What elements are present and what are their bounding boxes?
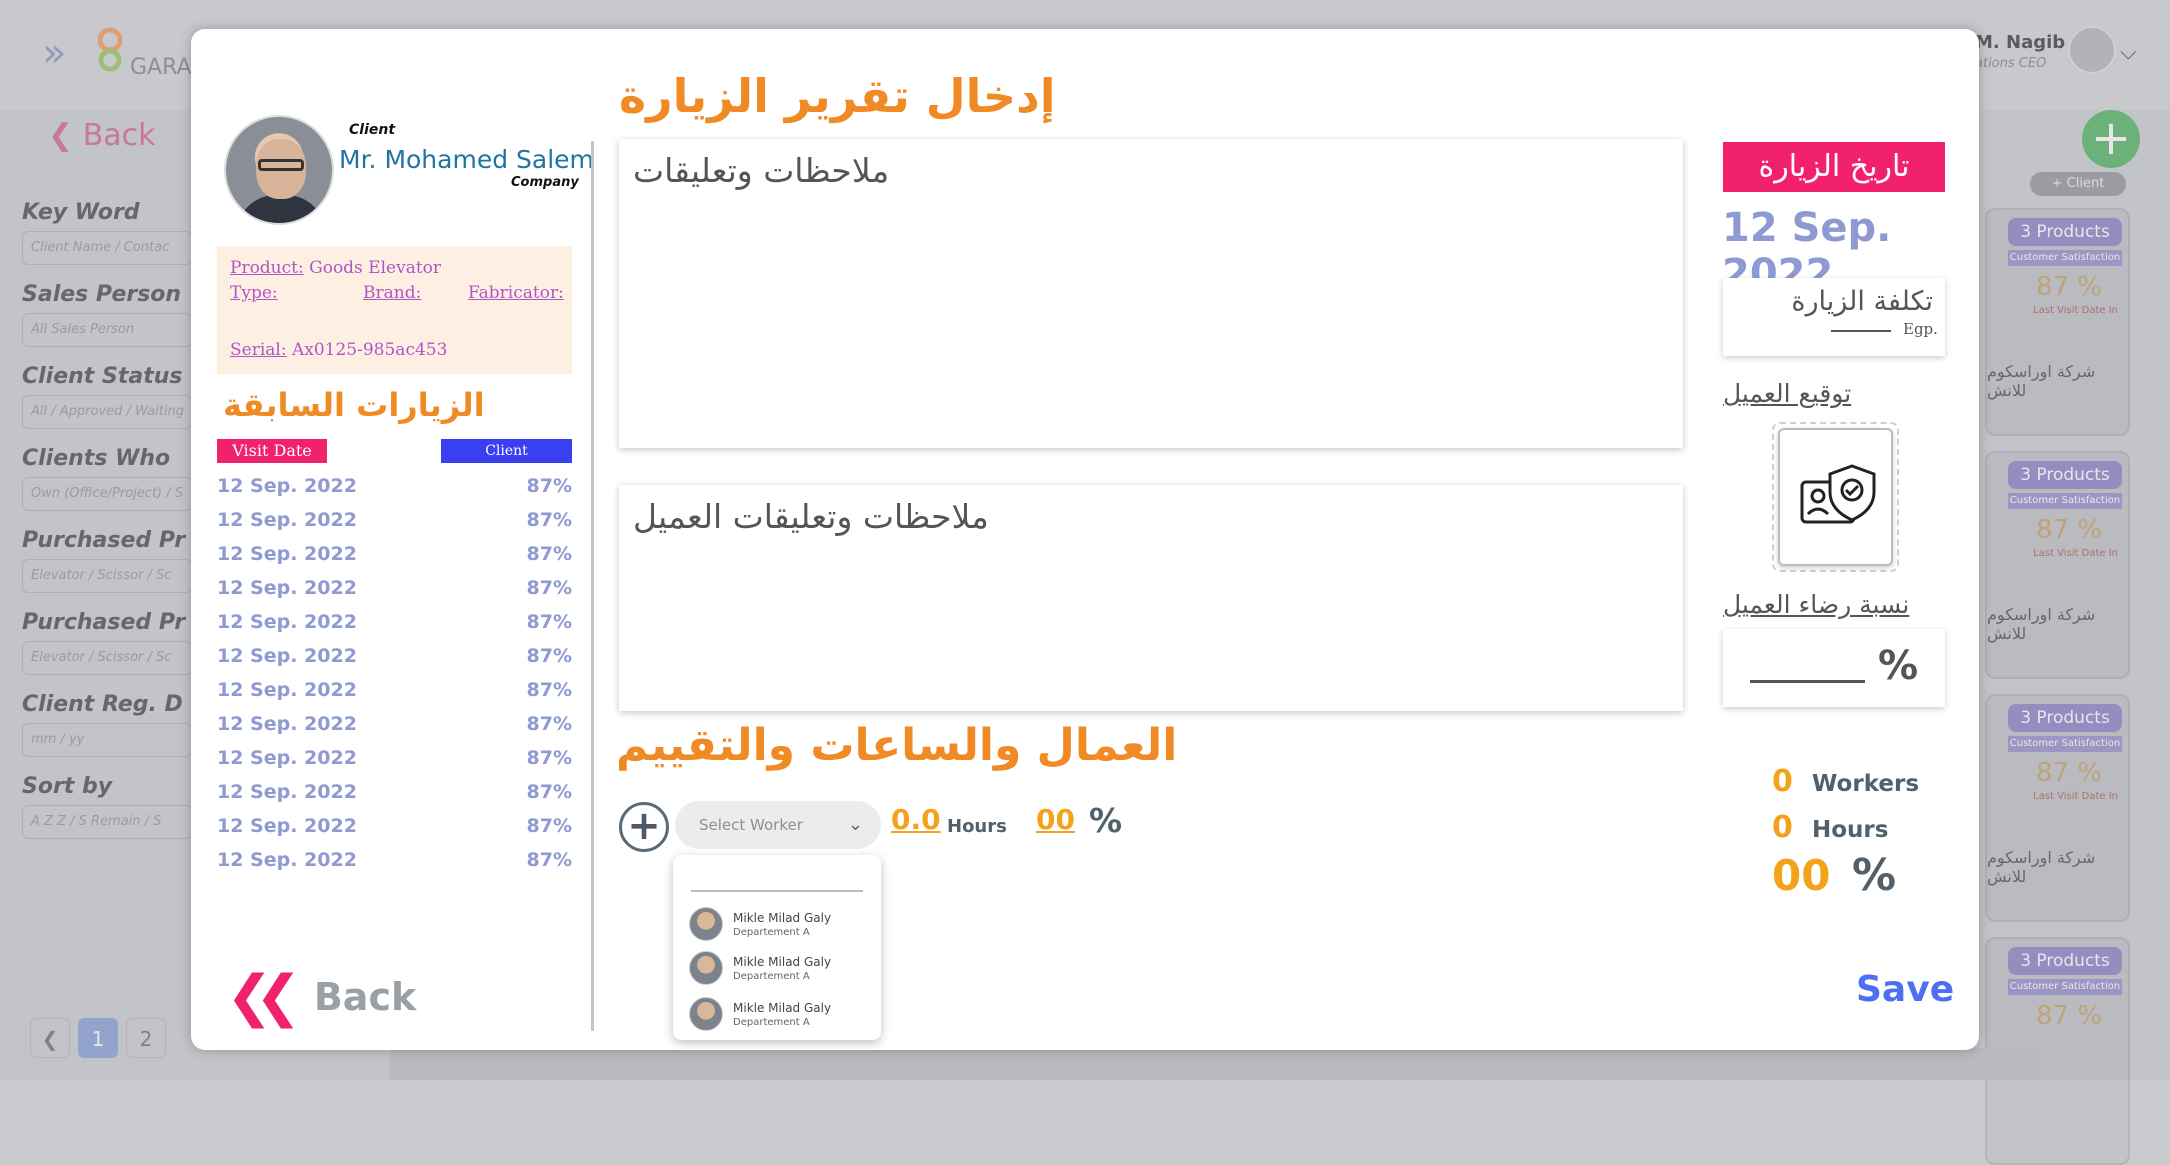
worker-option[interactable]: Mikle Milad GalyDepartement A [689, 995, 869, 1035]
cost-input-line[interactable] [1831, 330, 1891, 332]
visit-date-label: تاريخ الزيارة [1723, 142, 1945, 192]
visit-row[interactable]: 12 Sep. 202287% [217, 639, 572, 673]
visit-row[interactable]: 12 Sep. 202287% [217, 605, 572, 639]
summary-percent: 00% [1772, 850, 1896, 901]
chevron-down-icon: ⌄ [848, 801, 863, 849]
back-label: Back [314, 975, 416, 1019]
worker-dropdown-menu: Mikle Milad GalyDepartement A Mikle Mila… [673, 855, 881, 1040]
client-name: Mr. Mohamed Salem [339, 145, 594, 174]
worker-avatar [689, 997, 723, 1031]
back-button[interactable]: ❮❮ Back [226, 964, 416, 1029]
client-satisfaction-header: Client Satisfaction [441, 439, 572, 463]
visit-row[interactable]: 12 Sep. 202287% [217, 775, 572, 809]
save-button[interactable]: Save [1856, 969, 1954, 1010]
product-info: Product: Goods Elevator Type: Brand: Fab… [217, 246, 572, 374]
satisfaction-field[interactable]: % [1723, 629, 1945, 707]
signature-shield-icon [1780, 430, 1895, 568]
fabricator-label: Fabricator: [468, 283, 564, 303]
client-notes-placeholder: ملاحظات وتعليقات العميل [633, 497, 989, 536]
visit-row[interactable]: 12 Sep. 202287% [217, 469, 572, 503]
visit-row[interactable]: 12 Sep. 202287% [217, 537, 572, 571]
hours-label: Hours [947, 816, 1007, 837]
visit-row[interactable]: 12 Sep. 202287% [217, 707, 572, 741]
visit-cost-field[interactable]: تكلفة الزيارة Egp. [1723, 278, 1945, 356]
worker-avatar [689, 951, 723, 985]
modal-title: إدخال تقرير الزيارة [619, 69, 1055, 123]
visit-report-modal: إدخال تقرير الزيارة Client Mr. Mohamed S… [191, 29, 1979, 1050]
satisfaction-input-line[interactable] [1750, 680, 1865, 683]
client-label: Client [349, 122, 395, 138]
previous-visits-list: 12 Sep. 202287% 12 Sep. 202287% 12 Sep. … [217, 469, 572, 877]
visit-row[interactable]: 12 Sep. 202287% [217, 503, 572, 537]
visit-row[interactable]: 12 Sep. 202287% [217, 741, 572, 775]
previous-visits-title: الزيارات السابقة [223, 386, 485, 424]
currency-label: Egp. [1903, 320, 1938, 338]
satisfaction-label: نسبة رضاء العميل [1723, 590, 1909, 619]
summary-workers: 0Workers [1772, 764, 1919, 799]
product-value: Goods Elevator [309, 258, 441, 278]
percent-sign: % [1089, 801, 1122, 840]
company-label: Company [511, 175, 579, 190]
double-chevron-left-icon: ❮❮ [226, 964, 284, 1029]
visit-row[interactable]: 12 Sep. 202287% [217, 673, 572, 707]
workers-section-title: العمال والساعات والتقييم [616, 720, 1177, 771]
signature-label: توقيع العميل [1723, 379, 1851, 408]
notes-placeholder: ملاحظات وتعليقات [633, 151, 889, 190]
type-label: Type: [230, 283, 278, 303]
serial-label: Serial: [230, 340, 287, 360]
add-worker-button[interactable]: + [619, 802, 669, 852]
notes-textarea[interactable]: ملاحظات وتعليقات [619, 139, 1683, 448]
product-label: Product: [230, 258, 304, 278]
cost-label: تكلفة الزيارة [1791, 286, 1933, 317]
dropdown-search-line[interactable] [691, 890, 863, 892]
visit-row[interactable]: 12 Sep. 202287% [217, 571, 572, 605]
worker-option[interactable]: Mikle Milad GalyDepartement A [689, 949, 869, 989]
client-avatar [224, 115, 334, 225]
worker-rating-input[interactable]: 00 [1036, 803, 1075, 836]
brand-label: Brand: [363, 283, 421, 303]
worker-option[interactable]: Mikle Milad GalyDepartement A [689, 905, 869, 945]
summary-hours: 0Hours [1772, 810, 1888, 845]
select-worker-dropdown[interactable]: Select Worker ⌄ [675, 801, 881, 849]
signature-upload[interactable] [1772, 422, 1899, 572]
visit-row[interactable]: 12 Sep. 202287% [217, 843, 572, 877]
client-notes-textarea[interactable]: ملاحظات وتعليقات العميل [619, 485, 1683, 711]
worker-hours-input[interactable]: 0.0 [891, 803, 941, 836]
serial-value: Ax0125-985ac453 [292, 340, 447, 360]
worker-avatar [689, 907, 723, 941]
visit-date-header: Visit Date [217, 439, 327, 463]
vertical-divider [591, 141, 594, 1031]
satisfaction-percent-sign: % [1878, 643, 1918, 689]
visit-row[interactable]: 12 Sep. 202287% [217, 809, 572, 843]
